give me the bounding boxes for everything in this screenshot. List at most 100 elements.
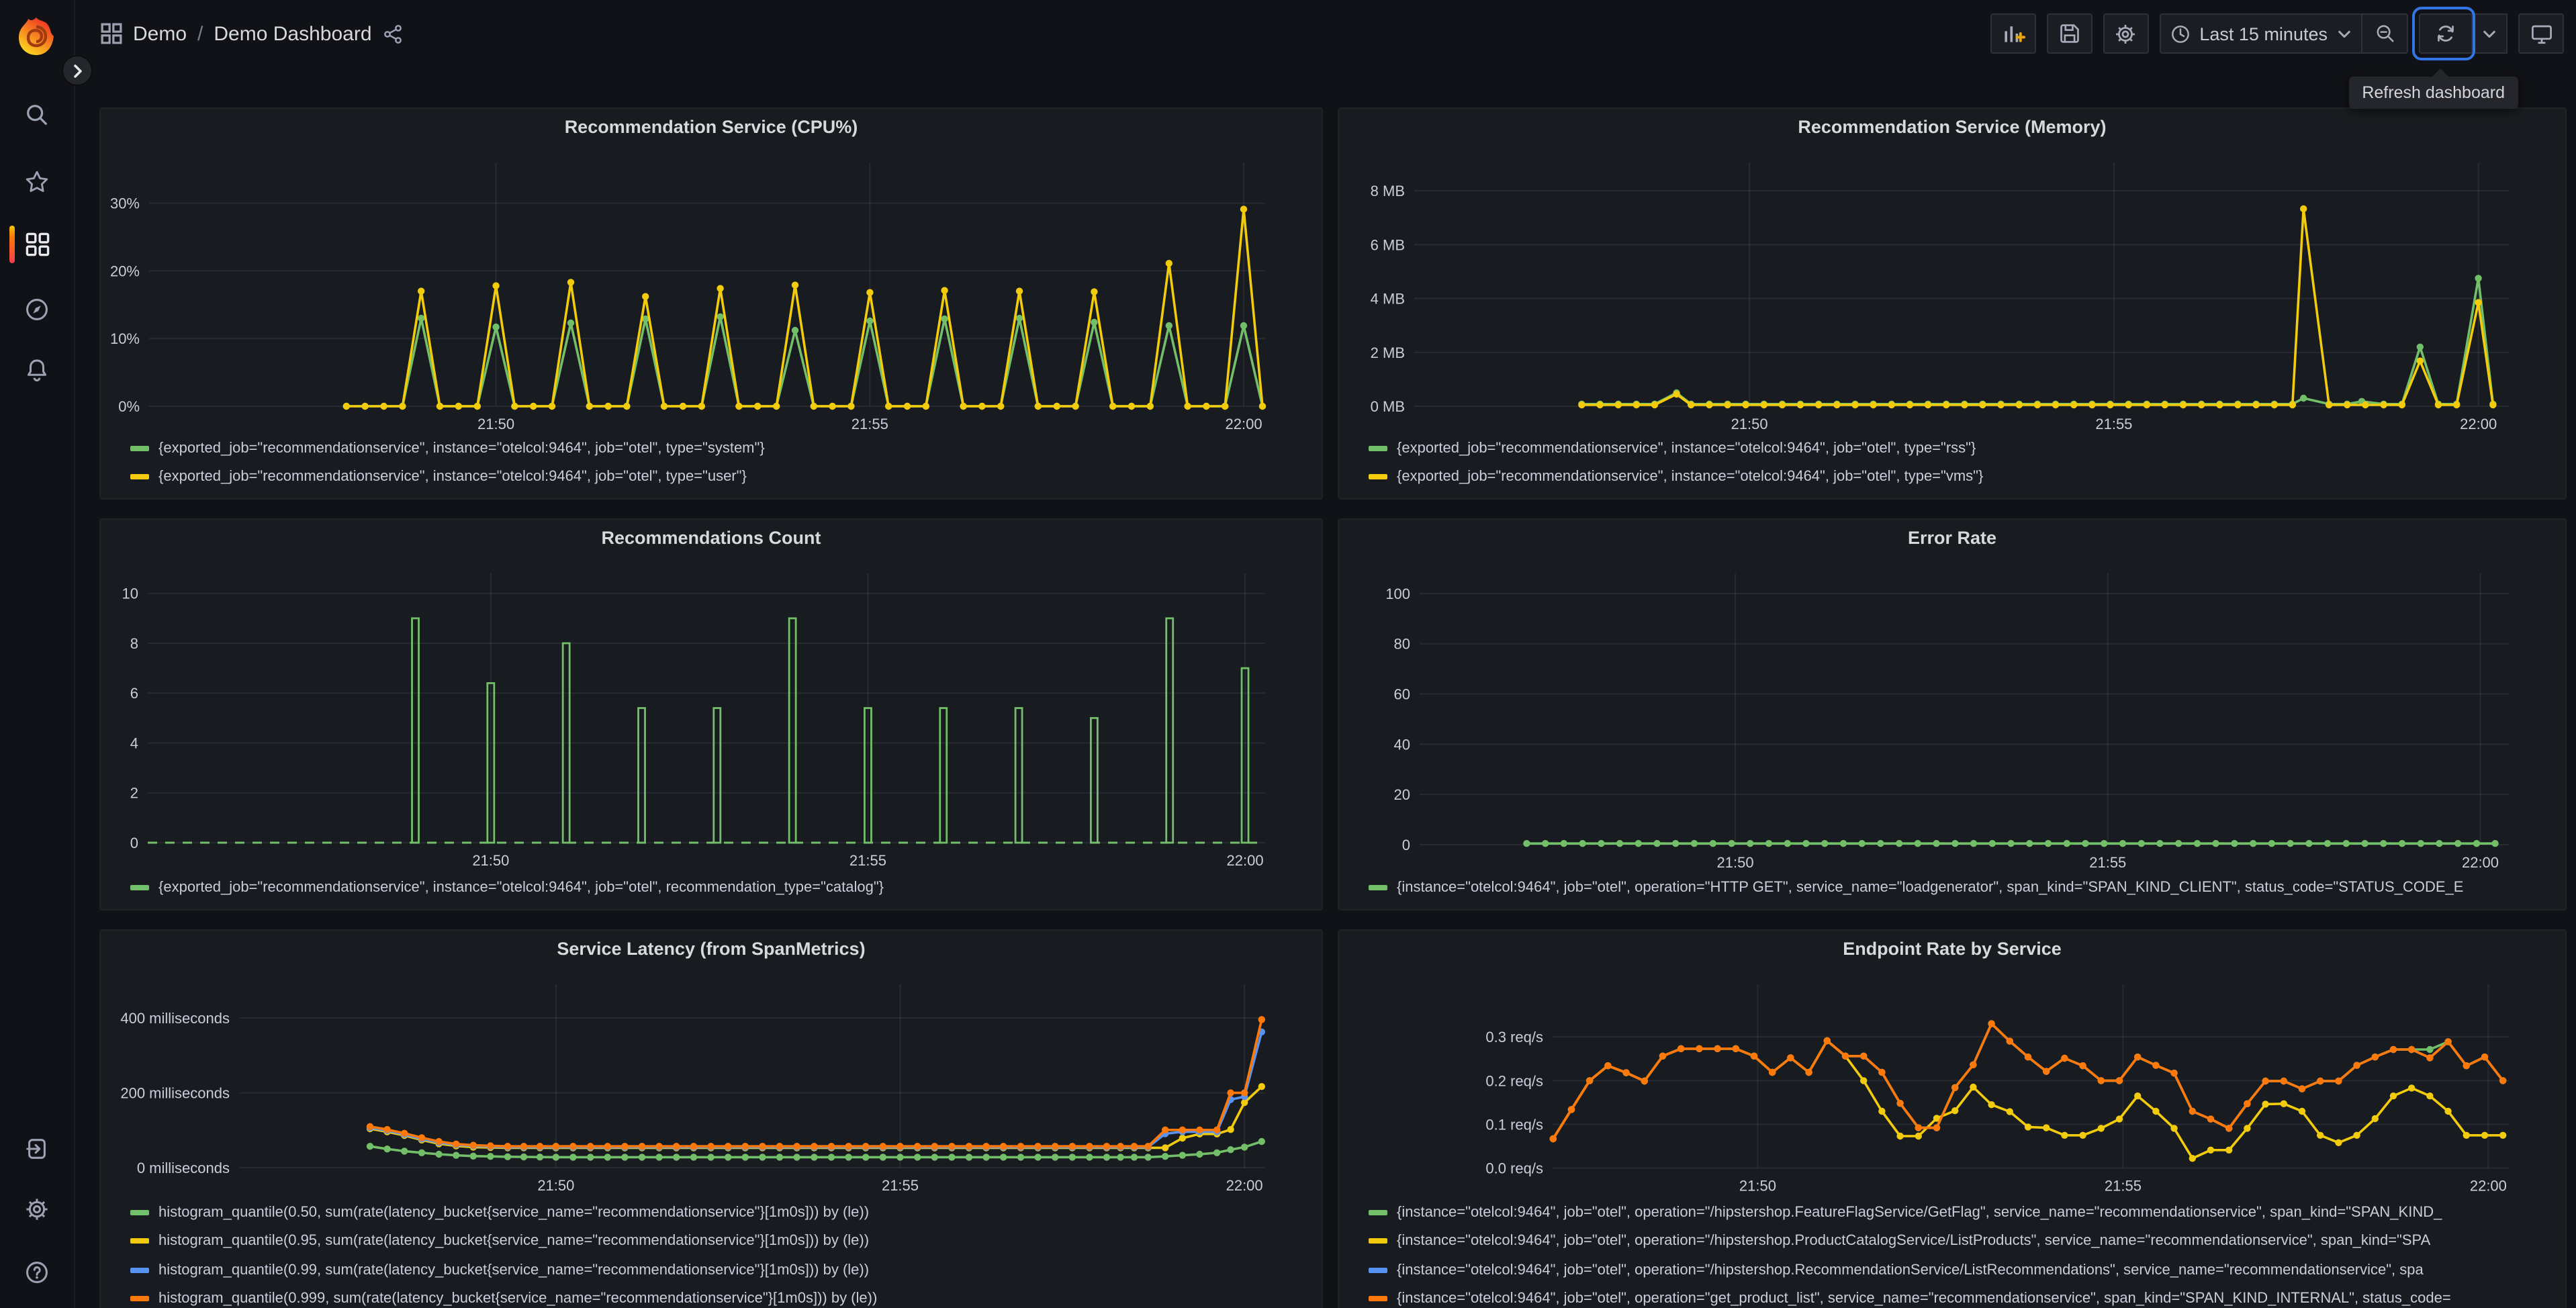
legend-series-label[interactable]: histogram_quantile(0.95, sum(rate(latenc… bbox=[158, 1233, 869, 1250]
legend-series-swatch[interactable] bbox=[1369, 1238, 1387, 1244]
legend-series-swatch[interactable] bbox=[130, 1296, 149, 1302]
legend-item[interactable]: {exported_job="recommendationservice", i… bbox=[130, 874, 1311, 902]
zoom-out-icon bbox=[2376, 25, 2393, 42]
legend-item[interactable]: histogram_quantile(0.999, sum(rate(laten… bbox=[130, 1284, 1311, 1308]
legend-series-swatch[interactable] bbox=[1369, 1296, 1387, 1302]
y-axis-tick-label: 0.2 req/s bbox=[1485, 1072, 1543, 1089]
dashboards-grid-icon[interactable] bbox=[101, 23, 122, 44]
time-range-picker[interactable]: Last 15 minutes bbox=[2159, 13, 2362, 54]
breadcrumb: Demo / Demo Dashboard bbox=[101, 22, 403, 45]
legend-series-label[interactable]: {instance="otelcol:9464", job="otel", op… bbox=[1397, 1291, 2451, 1307]
time-range-label: Last 15 minutes bbox=[2199, 24, 2328, 44]
sidebar-item-sign-in[interactable] bbox=[0, 1125, 74, 1171]
save-dashboard-button[interactable] bbox=[2046, 13, 2092, 54]
chevron-down-icon bbox=[2338, 30, 2350, 38]
legend-series-label[interactable]: {exported_job="recommendationservice", i… bbox=[1397, 440, 1976, 457]
gear-icon bbox=[2116, 24, 2135, 43]
legend-series-label[interactable]: {instance="otelcol:9464", job="otel", op… bbox=[1397, 1233, 2430, 1250]
legend-item[interactable]: {instance="otelcol:9464", job="otel", op… bbox=[1369, 874, 2555, 902]
x-axis-tick-label: 21:50 bbox=[537, 1177, 574, 1194]
x-axis-tick-label: 21:50 bbox=[1717, 854, 1754, 871]
legend-series-swatch[interactable] bbox=[130, 1238, 149, 1244]
dashboard-settings-button[interactable] bbox=[2103, 13, 2149, 54]
refresh-interval-picker[interactable] bbox=[2473, 13, 2508, 54]
legend-series-label[interactable]: histogram_quantile(0.999, sum(rate(laten… bbox=[158, 1291, 877, 1307]
add-panel-button[interactable] bbox=[1990, 13, 2036, 54]
sidebar-item-configuration[interactable] bbox=[0, 1186, 74, 1231]
legend-series-label[interactable]: {exported_job="recommendationservice", i… bbox=[1397, 469, 1983, 485]
legend-series-label[interactable]: {exported_job="recommendationservice", i… bbox=[158, 880, 884, 896]
gear-icon bbox=[26, 1198, 48, 1219]
y-axis-tick-label: 6 bbox=[130, 685, 138, 702]
legend-series-label[interactable]: histogram_quantile(0.50, sum(rate(latenc… bbox=[158, 1205, 869, 1221]
sidebar-item-dashboards[interactable] bbox=[0, 222, 74, 267]
legend-item[interactable]: {instance="otelcol:9464", job="otel", op… bbox=[1369, 1284, 2555, 1308]
legend-item[interactable]: {exported_job="recommendationservice", i… bbox=[130, 463, 1311, 492]
legend-item[interactable]: {exported_job="recommendationservice", i… bbox=[1369, 434, 2555, 463]
x-axis-tick-label: 21:55 bbox=[852, 416, 888, 432]
legend-series-swatch[interactable] bbox=[1369, 885, 1387, 891]
sidebar-item-starred[interactable] bbox=[0, 158, 74, 204]
sidebar-item-explore[interactable] bbox=[0, 286, 74, 332]
refresh-icon bbox=[2438, 26, 2454, 42]
legend-series-label[interactable]: {instance="otelcol:9464", job="otel", op… bbox=[1397, 880, 2463, 896]
y-axis-tick-label: 0 MB bbox=[1371, 398, 1405, 415]
grafana-dashboard: Demo / Demo Dashboard Last 15 minutes Re… bbox=[0, 0, 2576, 1308]
zoom-out-time-button[interactable] bbox=[2362, 13, 2408, 54]
legend-item[interactable]: histogram_quantile(0.99, sum(rate(latenc… bbox=[130, 1256, 1311, 1284]
legend-item[interactable]: {instance="otelcol:9464", job="otel", op… bbox=[1369, 1198, 2555, 1227]
y-axis-tick-label: 20% bbox=[110, 263, 140, 279]
legend-series-swatch[interactable] bbox=[1369, 1267, 1387, 1273]
legend-series-swatch[interactable] bbox=[130, 445, 149, 451]
legend-series-label[interactable]: {instance="otelcol:9464", job="otel", op… bbox=[1397, 1262, 2424, 1278]
cycle-view-mode-button[interactable] bbox=[2518, 13, 2564, 54]
legend-series-swatch[interactable] bbox=[1369, 1209, 1387, 1215]
legend-item[interactable]: histogram_quantile(0.50, sum(rate(latenc… bbox=[130, 1198, 1311, 1227]
toolbar: Last 15 minutes bbox=[1990, 7, 2564, 60]
chevron-right-icon bbox=[73, 64, 81, 77]
sidebar-expand-button[interactable] bbox=[62, 55, 93, 86]
legend-item[interactable]: {instance="otelcol:9464", job="otel", op… bbox=[1369, 1227, 2555, 1256]
sidebar-item-help[interactable] bbox=[0, 1249, 74, 1295]
panel-memory: Recommendation Service (Memory) 0 MB 2 MB… bbox=[1338, 107, 2567, 500]
breadcrumb-dashboard[interactable]: Demo Dashboard bbox=[214, 22, 371, 45]
add-panel-icon bbox=[2004, 26, 2025, 42]
share-icon[interactable] bbox=[383, 24, 403, 44]
legend-series-swatch[interactable] bbox=[130, 1267, 149, 1273]
legend-series-swatch[interactable] bbox=[130, 1209, 149, 1215]
refresh-controls bbox=[2412, 7, 2508, 60]
y-axis-tick-label: 0.0 req/s bbox=[1485, 1160, 1543, 1177]
y-axis-tick-label: 200 milliseconds bbox=[120, 1085, 230, 1102]
legend: {exported_job="recommendationservice", i… bbox=[130, 874, 1311, 902]
y-axis-tick-label: 30% bbox=[110, 195, 140, 212]
legend-series-swatch[interactable] bbox=[130, 885, 149, 891]
legend-item[interactable]: histogram_quantile(0.95, sum(rate(latenc… bbox=[130, 1227, 1311, 1256]
legend-series-swatch[interactable] bbox=[130, 474, 149, 480]
x-axis-tick-label: 21:55 bbox=[2105, 1178, 2142, 1195]
x-axis-tick-label: 22:00 bbox=[2470, 1178, 2507, 1195]
panel-service-latency: Service Latency (from SpanMetrics) 0 mil… bbox=[99, 929, 1323, 1308]
legend-series-label[interactable]: {exported_job="recommendationservice", i… bbox=[158, 440, 765, 457]
legend-item[interactable]: {instance="otelcol:9464", job="otel", op… bbox=[1369, 1256, 2555, 1284]
plot-canvas[interactable]: 0 2 4 6 8 10 21:50 21:55 22:00 bbox=[101, 520, 1322, 909]
sidebar-item-search[interactable] bbox=[0, 91, 74, 137]
refresh-dashboard-button[interactable] bbox=[2419, 13, 2473, 54]
bell-icon bbox=[27, 359, 47, 381]
x-axis-tick-label: 21:50 bbox=[1739, 1178, 1776, 1195]
compass-icon bbox=[26, 298, 48, 320]
legend-series-label[interactable]: {exported_job="recommendationservice", i… bbox=[158, 469, 747, 485]
apps-grid-icon bbox=[25, 232, 49, 256]
legend-item[interactable]: {exported_job="recommendationservice", i… bbox=[1369, 463, 2555, 492]
legend-item[interactable]: {exported_job="recommendationservice", i… bbox=[130, 434, 1311, 463]
dashboard-header: Demo / Demo Dashboard Last 15 minutes bbox=[74, 0, 2576, 67]
legend-series-swatch[interactable] bbox=[1369, 474, 1387, 480]
legend-series-label[interactable]: {instance="otelcol:9464", job="otel", op… bbox=[1397, 1205, 2442, 1221]
grafana-logo-icon[interactable] bbox=[15, 15, 58, 58]
legend-series-swatch[interactable] bbox=[1369, 445, 1387, 451]
sidebar-item-alerting[interactable] bbox=[0, 346, 74, 392]
y-axis-tick-label: 60 bbox=[1394, 686, 1410, 703]
time-controls: Last 15 minutes bbox=[2159, 13, 2408, 54]
legend-series-label[interactable]: histogram_quantile(0.99, sum(rate(latenc… bbox=[158, 1262, 869, 1278]
breadcrumb-section[interactable]: Demo bbox=[133, 22, 187, 45]
plot-canvas[interactable]: 0 20 40 60 80 100 21:50 21:55 22:00 bbox=[1339, 520, 2565, 909]
